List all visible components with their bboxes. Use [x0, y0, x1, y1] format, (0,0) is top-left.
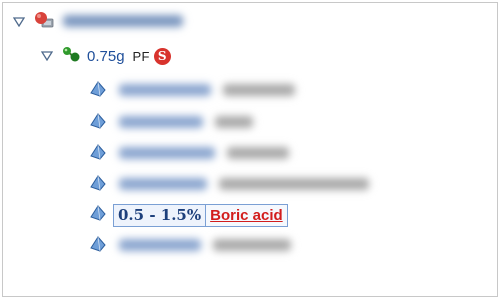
ingredient-name-link[interactable]: Boric acid: [206, 203, 288, 227]
item-label-obscured: [119, 115, 253, 131]
list-item-selected[interactable]: 0.5 - 1.5% Boric acid: [89, 202, 288, 228]
ingredient-icon: [89, 80, 107, 102]
group-tag: PF: [132, 48, 150, 64]
list-item[interactable]: [89, 110, 253, 136]
group-amount: 0.75g: [87, 47, 125, 65]
list-item[interactable]: [89, 172, 369, 198]
list-item[interactable]: [89, 141, 289, 167]
expand-toggle-icon[interactable]: [11, 14, 27, 30]
concentration-range: 0.5 - 1.5%: [113, 203, 207, 227]
list-item[interactable]: [89, 233, 291, 259]
ingredient-icon: [89, 174, 107, 196]
tree-panel: 0.75g PF S 0.5 - 1.5% Boric acid: [2, 2, 498, 297]
root-label-obscured: [63, 14, 183, 30]
product-icon: [33, 11, 55, 34]
ingredient-icon: [89, 112, 107, 134]
molecule-icon: [61, 45, 81, 68]
ingredient-group-row[interactable]: 0.75g PF S: [39, 43, 171, 69]
section-badge-icon: S: [153, 47, 171, 65]
item-label-obscured: [119, 238, 291, 254]
list-item[interactable]: [89, 78, 295, 104]
item-label-obscured: [119, 83, 295, 99]
ingredient-icon: [89, 143, 107, 165]
expand-toggle-icon[interactable]: [39, 48, 55, 64]
item-label-obscured: [119, 146, 289, 162]
tree-root-row[interactable]: [11, 9, 183, 35]
ingredient-icon: [89, 204, 107, 226]
ingredient-icon: [89, 235, 107, 257]
item-label-obscured: [119, 177, 369, 193]
